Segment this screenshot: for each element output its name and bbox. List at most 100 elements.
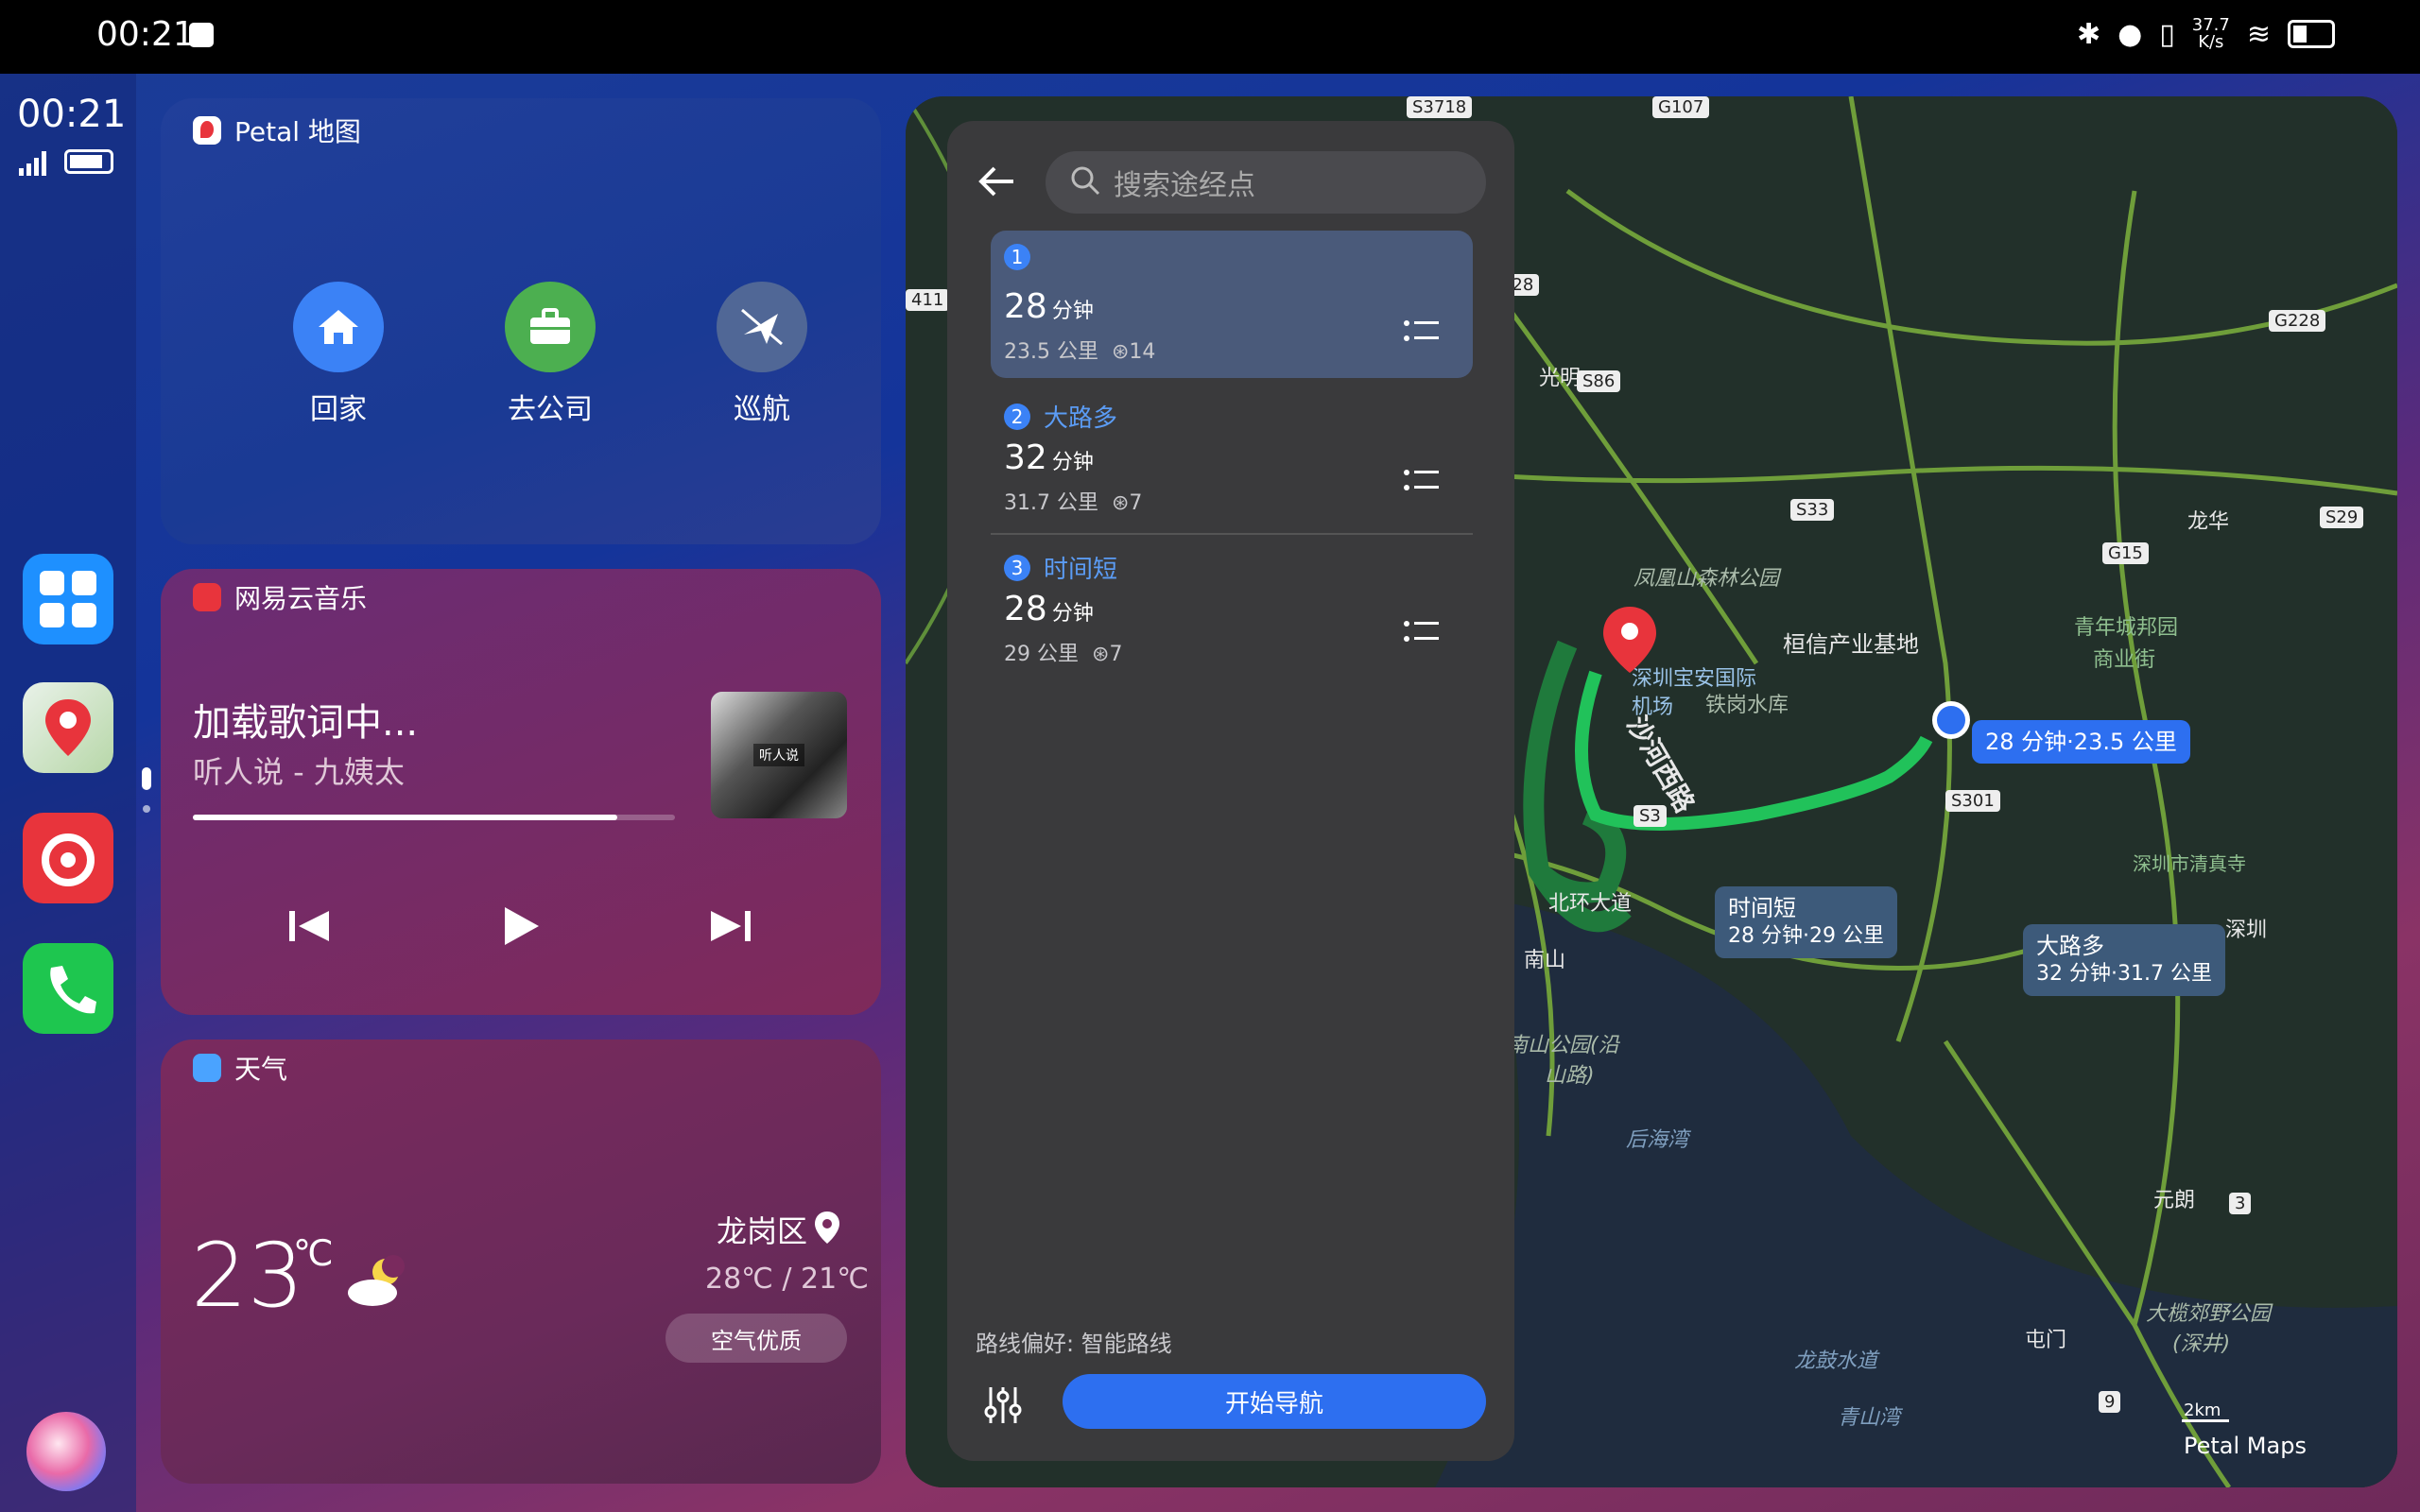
battery-icon: [2288, 20, 2335, 48]
road-tag: 9: [2099, 1391, 2121, 1413]
route-preference-label: 路线偏好:: [976, 1331, 1075, 1357]
music-app-icon[interactable]: [23, 813, 113, 903]
search-placeholder: 搜索途经点: [1114, 169, 1255, 202]
alt-route-title: 大路多: [2036, 933, 2104, 959]
route-time: 28 分钟: [1004, 287, 1094, 326]
route-time: 28 分钟: [1004, 590, 1094, 628]
route-time-unit: 分钟: [1051, 602, 1094, 626]
weather-app-icon: [193, 1054, 221, 1082]
place-label: 铁岗水库: [1705, 694, 1789, 717]
petal-maps-icon: [193, 116, 221, 145]
temperature: 23: [191, 1225, 304, 1328]
place-label: 青年城邦园: [2074, 616, 2179, 640]
selected-route-bubble[interactable]: 28 分钟·23.5 公里: [1972, 720, 2190, 764]
maps-app-icon[interactable]: [23, 682, 113, 773]
route-tag: 大路多: [1044, 404, 1118, 433]
map-scale: 2km: [2184, 1400, 2221, 1420]
place-label: 桓信产业基地: [1783, 631, 1919, 658]
alt-route-bubble-short[interactable]: 时间短 28 分钟·29 公里: [1715, 886, 1897, 958]
route-time-value: 28: [1004, 287, 1047, 326]
map-scale-bar: [2182, 1419, 2229, 1422]
play-icon: [505, 907, 539, 945]
next-button[interactable]: [707, 907, 754, 949]
air-quality-badge[interactable]: 空气优质: [666, 1314, 847, 1363]
play-button[interactable]: [501, 903, 543, 953]
route-time-value: 32: [1004, 438, 1047, 477]
start-navigation-button[interactable]: 开始导航: [1063, 1374, 1486, 1429]
phone-app-icon[interactable]: [23, 943, 113, 1034]
place-label: 龙鼓水道: [1794, 1349, 1878, 1373]
alt-route-title: 时间短: [1728, 895, 1796, 921]
music-widget-title: 网易云音乐: [234, 583, 368, 614]
home-action[interactable]: 回家: [263, 282, 414, 427]
route-preference[interactable]: 路线偏好: 智能路线: [976, 1325, 1172, 1358]
route-time-unit: 分钟: [1051, 300, 1094, 323]
cruise-action[interactable]: 巡航: [686, 282, 838, 427]
map-widget-title: Petal 地图: [234, 116, 361, 147]
place-label: 北环大道: [1548, 892, 1633, 916]
music-widget-header: 网易云音乐: [193, 578, 367, 616]
route-distance: 29 公里: [1004, 643, 1079, 666]
traffic-light-icon: ⊛: [1092, 643, 1110, 666]
alt-route-meta: 32 分钟·31.7 公里: [2036, 962, 2212, 986]
route-number: 2: [1004, 403, 1030, 430]
map-brand: Petal Maps: [2184, 1433, 2307, 1459]
weather-widget-header: 天气: [193, 1049, 287, 1087]
preferences-button[interactable]: [983, 1383, 1023, 1431]
route-option-1[interactable]: 1 28 分钟 23.5 公里 ⊛14: [991, 231, 1473, 378]
route-option-2[interactable]: 2 大路多 32 分钟 31.7 公里 ⊛7: [991, 391, 1473, 535]
briefcase-icon: [505, 282, 596, 372]
route-lights: 7: [1129, 491, 1143, 515]
road-tag: S29: [2320, 507, 2364, 528]
alt-route-meta: 28 分钟·29 公里: [1728, 924, 1884, 948]
temperature-range: 28℃ / 21℃: [705, 1263, 869, 1296]
place-label: 南山公园(沿: [1507, 1034, 1619, 1057]
album-art[interactable]: 听人说: [711, 692, 847, 818]
assistant-icon[interactable]: [26, 1412, 106, 1491]
dock: [0, 74, 136, 1512]
route-distance: 23.5 公里: [1004, 340, 1098, 364]
net-speed: 37.7 K/s: [2192, 17, 2230, 51]
route-option-3[interactable]: 3 时间短 28 分钟 29 公里 ⊛7: [991, 542, 1473, 684]
previous-button[interactable]: [285, 907, 333, 949]
alt-route-bubble-highway[interactable]: 大路多 32 分钟·31.7 公里: [2023, 924, 2225, 996]
location-pin-icon: [813, 1210, 841, 1249]
net-speed-unit: K/s: [2198, 32, 2224, 52]
app-launcher-icon[interactable]: [23, 554, 113, 644]
route-details-icon[interactable]: [1403, 318, 1441, 350]
search-waypoint-input[interactable]: 搜索途经点: [1046, 151, 1486, 214]
traffic-light-icon: ⊛: [1111, 491, 1130, 515]
lyrics-text: 加载歌词中...: [193, 701, 419, 745]
music-widget: 网易云音乐 加载歌词中... 听人说 - 九姨太 听人说: [161, 569, 881, 1015]
place-label: 凤凰山森林公园: [1634, 567, 1780, 591]
wifi-icon: ≋: [2246, 17, 2271, 51]
status-bar: 00:21 ✱ ● ▯ 37.7 K/s ≋: [0, 0, 2420, 74]
place-label: 龙华: [2187, 510, 2230, 534]
place-label: 青山湾: [1838, 1406, 1901, 1430]
route-details-icon[interactable]: [1403, 467, 1441, 499]
skip-previous-icon: [289, 911, 329, 941]
route-time-value: 28: [1004, 590, 1047, 628]
bluetooth-icon: ✱: [2076, 17, 2101, 51]
progress-bar[interactable]: [193, 815, 675, 820]
back-arrow-icon: [978, 166, 1013, 197]
place-label: 屯门: [2025, 1329, 2067, 1352]
status-icons: ✱ ● ▯ 37.7 K/s ≋: [2077, 17, 2335, 51]
back-button[interactable]: [976, 161, 1017, 206]
road-tag: S301: [1945, 790, 2000, 812]
place-label: 元朗: [2153, 1189, 2196, 1212]
place-label: 后海湾: [1626, 1128, 1689, 1152]
current-location-icon[interactable]: [1932, 701, 1970, 739]
route-details-icon[interactable]: [1403, 618, 1441, 650]
status-time: 00:21: [96, 15, 195, 54]
road-tag: G15: [2102, 542, 2149, 564]
progress-fill: [193, 815, 617, 820]
company-action[interactable]: 去公司: [475, 282, 626, 427]
place-label: 山路): [1545, 1064, 1595, 1088]
road-tag: S86: [1577, 370, 1621, 392]
vibrate-icon: ▯: [2159, 17, 2175, 51]
sliders-icon: [984, 1387, 1022, 1423]
search-icon: [1070, 165, 1100, 199]
notification-icon: [189, 23, 214, 47]
destination-pin-icon[interactable]: [1599, 605, 1660, 688]
